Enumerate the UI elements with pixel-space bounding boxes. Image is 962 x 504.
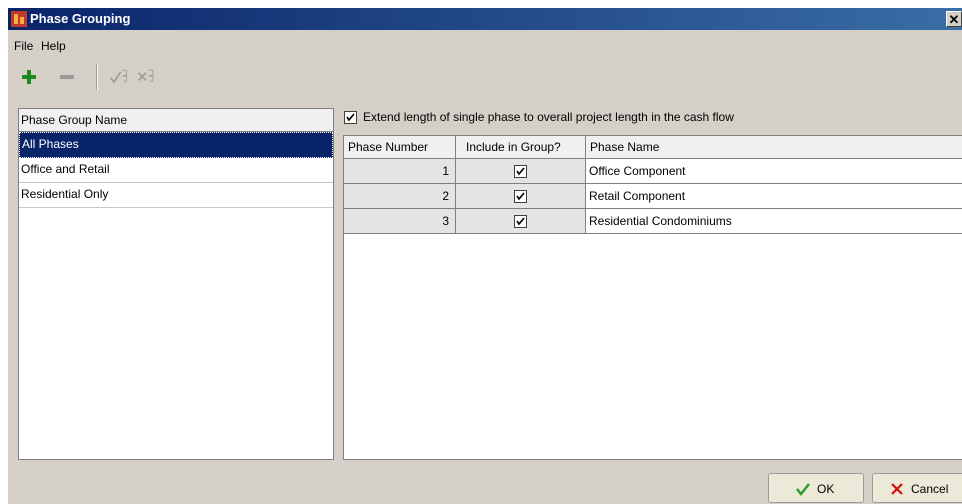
checkmark-icon — [346, 113, 355, 122]
app-icon — [11, 11, 27, 27]
phases-table-body: 1 Office Component 2 Retail Component 3 — [344, 159, 962, 234]
phase-name-cell[interactable]: Office Component — [586, 159, 962, 183]
toolbar — [8, 56, 962, 96]
uncheck-all-icon[interactable] — [136, 66, 158, 88]
add-icon[interactable] — [18, 66, 40, 88]
content-area: Phase Group Name All Phases Office and R… — [8, 96, 962, 504]
col-phase-number[interactable]: Phase Number — [344, 136, 456, 158]
x-icon — [891, 483, 903, 495]
menu-file[interactable]: File — [14, 39, 33, 53]
checkmark-icon — [516, 217, 525, 226]
close-icon: ✕ — [948, 12, 960, 27]
title-bar: Phase Grouping ✕ — [8, 8, 962, 30]
group-row-office-and-retail[interactable]: Office and Retail — [19, 158, 333, 183]
col-include-in-group[interactable]: Include in Group? — [456, 136, 586, 158]
table-row[interactable]: 1 Office Component — [344, 159, 962, 184]
extend-length-checkbox[interactable] — [344, 111, 357, 125]
table-row[interactable]: 3 Residential Condominiums — [344, 209, 962, 234]
phase-number-cell: 3 — [344, 209, 456, 233]
checkmark-icon — [516, 192, 525, 201]
phase-group-list: Phase Group Name All Phases Office and R… — [18, 108, 334, 460]
phase-group-name-header: Phase Group Name — [19, 109, 333, 132]
close-button[interactable]: ✕ — [946, 11, 962, 27]
extend-length-label: Extend length of single phase to overall… — [363, 110, 734, 124]
phase-name-cell[interactable]: Retail Component — [586, 184, 962, 208]
include-cell — [456, 184, 586, 208]
include-checkbox[interactable] — [514, 190, 527, 203]
phase-number-cell: 2 — [344, 184, 456, 208]
remove-icon[interactable] — [56, 66, 78, 88]
toolbar-separator — [96, 64, 98, 90]
table-row[interactable]: 2 Retail Component — [344, 184, 962, 209]
col-phase-name[interactable]: Phase Name — [586, 136, 962, 158]
window-title: Phase Grouping — [30, 11, 131, 26]
phases-table: Phase Number Include in Group? Phase Nam… — [343, 135, 962, 460]
check-all-icon[interactable] — [108, 66, 130, 88]
ok-label: OK — [817, 482, 835, 496]
phases-table-header: Phase Number Include in Group? Phase Nam… — [344, 136, 962, 159]
group-row-all-phases[interactable]: All Phases — [19, 132, 333, 158]
include-cell — [456, 159, 586, 183]
phase-name-cell[interactable]: Residential Condominiums — [586, 209, 962, 233]
check-icon — [796, 483, 810, 497]
extend-length-option[interactable]: Extend length of single phase to overall… — [344, 110, 734, 128]
include-checkbox[interactable] — [514, 165, 527, 178]
group-row-residential-only[interactable]: Residential Only — [19, 183, 333, 208]
phase-grouping-window: Phase Grouping ✕ File Help Phase Group N… — [8, 8, 962, 504]
ok-button[interactable]: OK — [768, 473, 864, 503]
include-checkbox[interactable] — [514, 215, 527, 228]
cancel-label: Cancel — [911, 482, 949, 496]
include-cell — [456, 209, 586, 233]
menu-bar: File Help — [8, 30, 962, 56]
checkmark-icon — [516, 167, 525, 176]
phase-number-cell: 1 — [344, 159, 456, 183]
cancel-button[interactable]: Cancel — [872, 473, 962, 503]
menu-help[interactable]: Help — [41, 39, 66, 53]
